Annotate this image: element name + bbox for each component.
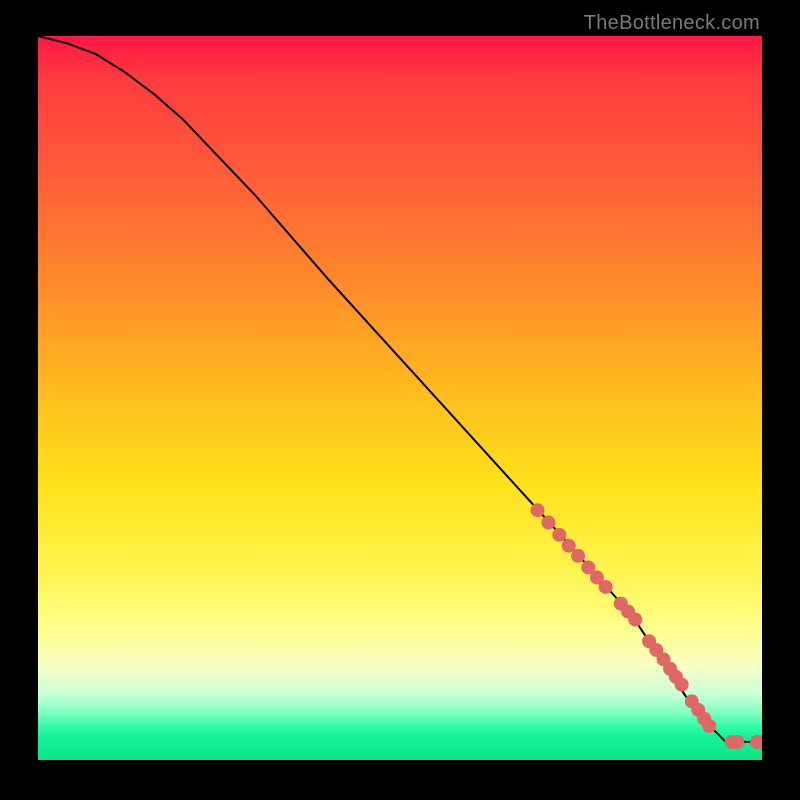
data-point <box>691 703 705 717</box>
data-point <box>571 549 585 563</box>
data-point <box>685 694 699 708</box>
data-point <box>657 652 671 666</box>
data-point <box>702 719 716 733</box>
data-point <box>675 678 689 692</box>
attribution-watermark: TheBottleneck.com <box>584 12 760 35</box>
data-point <box>663 662 677 676</box>
data-point <box>531 503 545 517</box>
data-point <box>697 712 711 726</box>
data-point <box>614 597 628 611</box>
data-point <box>621 605 635 619</box>
data-point <box>750 735 762 749</box>
data-point <box>599 580 613 594</box>
chart-container: TheBottleneck.com <box>0 0 800 800</box>
data-point <box>669 670 683 684</box>
data-point <box>552 528 566 542</box>
data-point <box>642 634 656 648</box>
data-point <box>649 643 663 657</box>
data-point <box>590 571 604 585</box>
bottleneck-curve <box>38 36 762 742</box>
data-point <box>730 735 744 749</box>
chart-svg <box>38 36 762 760</box>
data-point <box>755 735 762 749</box>
data-point <box>562 539 576 553</box>
data-point <box>541 516 555 530</box>
data-point <box>725 735 739 749</box>
data-point <box>628 613 642 627</box>
plot-area <box>38 36 762 760</box>
data-point <box>581 560 595 574</box>
